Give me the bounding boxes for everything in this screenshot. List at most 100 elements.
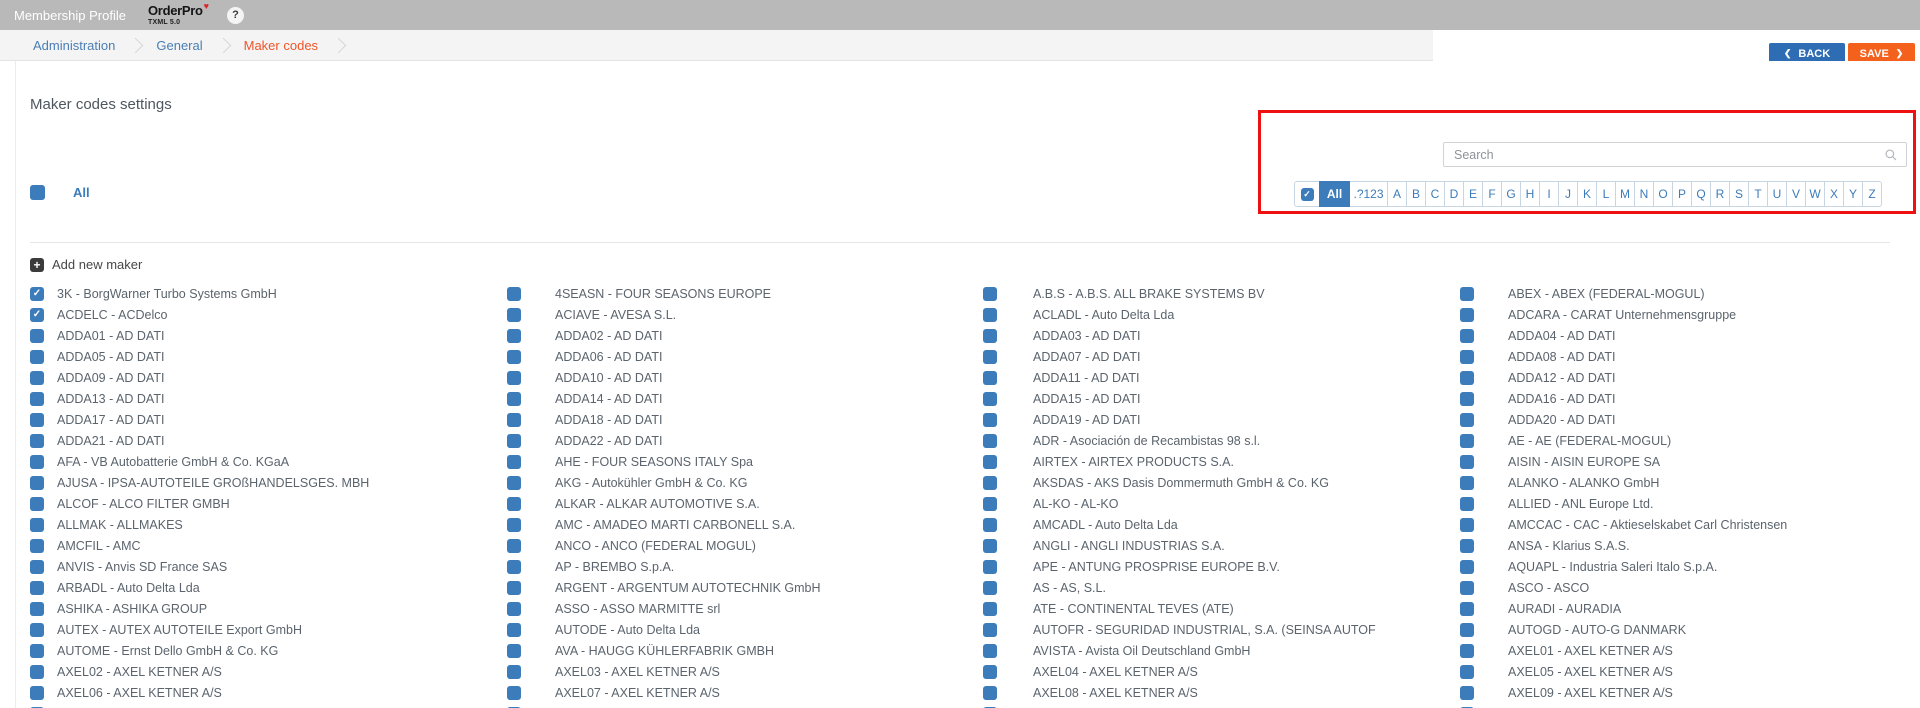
maker-label[interactable]: AXEL06 - AXEL KETNER A/S xyxy=(57,686,222,700)
maker-checkbox[interactable] xyxy=(507,287,521,301)
maker-label[interactable]: ALCOF - ALCO FILTER GMBH xyxy=(57,497,230,511)
maker-item[interactable]: A.B.S - A.B.S. ALL BRAKE SYSTEMS BV xyxy=(983,283,1265,304)
alphabet-filter-letter-i[interactable]: I xyxy=(1539,181,1559,207)
maker-label[interactable]: ADDA02 - AD DATI xyxy=(555,329,662,343)
maker-checkbox[interactable] xyxy=(1460,518,1474,532)
maker-label[interactable]: ADDA22 - AD DATI xyxy=(555,434,662,448)
maker-item[interactable]: ADDA02 - AD DATI xyxy=(507,325,662,346)
maker-label[interactable]: AKG - Autokühler GmbH & Co. KG xyxy=(555,476,747,490)
maker-checkbox[interactable] xyxy=(1460,665,1474,679)
maker-checkbox[interactable] xyxy=(983,371,997,385)
alphabet-filter-letter-b[interactable]: B xyxy=(1406,181,1426,207)
alphabet-filter-letter-c[interactable]: C xyxy=(1425,181,1445,207)
maker-checkbox-checked[interactable] xyxy=(30,287,44,301)
maker-checkbox[interactable] xyxy=(30,413,44,427)
maker-label[interactable]: ARGENT - ARGENTUM AUTOTECHNIK GmbH xyxy=(555,581,821,595)
maker-label[interactable]: ADDA20 - AD DATI xyxy=(1508,413,1615,427)
alphabet-filter-checkbox[interactable] xyxy=(1301,188,1314,201)
maker-checkbox[interactable] xyxy=(1460,539,1474,553)
maker-item[interactable]: ADDA18 - AD DATI xyxy=(507,409,662,430)
maker-item[interactable]: AURADI - AURADIA xyxy=(1460,598,1621,619)
maker-item[interactable]: AXEL11 - AXEL KETNER A/S xyxy=(507,703,719,708)
maker-checkbox[interactable] xyxy=(1460,623,1474,637)
maker-label[interactable]: ADDA14 - AD DATI xyxy=(555,392,662,406)
maker-label[interactable]: AXEL07 - AXEL KETNER A/S xyxy=(555,686,720,700)
alphabet-filter-letter-o[interactable]: O xyxy=(1653,181,1673,207)
alphabet-filter-letter-m[interactable]: M xyxy=(1615,181,1635,207)
maker-checkbox[interactable] xyxy=(30,665,44,679)
maker-item[interactable]: AUTODE - Auto Delta Lda xyxy=(507,619,700,640)
maker-checkbox[interactable] xyxy=(983,581,997,595)
maker-checkbox[interactable] xyxy=(1460,434,1474,448)
maker-item[interactable]: AXEL10 - AXEL KETNER A/S xyxy=(30,703,222,708)
maker-label[interactable]: ADDA06 - AD DATI xyxy=(555,350,662,364)
maker-item[interactable]: ADDA13 - AD DATI xyxy=(30,388,164,409)
maker-label[interactable]: ARBADL - Auto Delta Lda xyxy=(57,581,200,595)
maker-item[interactable]: AUTEX - AUTEX AUTOTEILE Export GmbH xyxy=(30,619,302,640)
maker-label[interactable]: AFA - VB Autobatterie GmbH & Co. KGaA xyxy=(57,455,289,469)
alphabet-filter-letter-a[interactable]: A xyxy=(1387,181,1407,207)
maker-checkbox[interactable] xyxy=(507,434,521,448)
maker-label[interactable]: ADDA13 - AD DATI xyxy=(57,392,164,406)
maker-label[interactable]: AUTOGD - AUTO-G DANMARK xyxy=(1508,623,1686,637)
maker-checkbox[interactable] xyxy=(507,413,521,427)
alphabet-filter-letter-u[interactable]: U xyxy=(1767,181,1787,207)
maker-item[interactable]: ALKAR - ALKAR AUTOMOTIVE S.A. xyxy=(507,493,760,514)
maker-label[interactable]: ANGLI - ANGLI INDUSTRIAS S.A. xyxy=(1033,539,1225,553)
maker-checkbox[interactable] xyxy=(507,560,521,574)
maker-checkbox[interactable] xyxy=(983,644,997,658)
maker-item[interactable]: AMCCAC - CAC - Aktieselskabet Carl Chris… xyxy=(1460,514,1787,535)
maker-label[interactable]: AP - BREMBO S.p.A. xyxy=(555,560,674,574)
maker-label[interactable]: ADDA04 - AD DATI xyxy=(1508,329,1615,343)
alphabet-filter-letter-r[interactable]: R xyxy=(1710,181,1730,207)
maker-label[interactable]: AISIN - AISIN EUROPE SA xyxy=(1508,455,1660,469)
maker-checkbox[interactable] xyxy=(1460,308,1474,322)
maker-label[interactable]: AXEL05 - AXEL KETNER A/S xyxy=(1508,665,1673,679)
alphabet-filter-letter-x[interactable]: X xyxy=(1824,181,1844,207)
maker-checkbox[interactable] xyxy=(983,497,997,511)
maker-item[interactable]: AJUSA - IPSA-AUTOTEILE GROßHANDELSGES. M… xyxy=(30,472,369,493)
maker-item[interactable]: AP - BREMBO S.p.A. xyxy=(507,556,674,577)
maker-checkbox[interactable] xyxy=(30,560,44,574)
maker-item[interactable]: ADDA12 - AD DATI xyxy=(1460,367,1615,388)
maker-item[interactable]: AUTOFR - SEGURIDAD INDUSTRIAL, S.A. (SEI… xyxy=(983,619,1376,640)
maker-item[interactable]: ANVIS - Anvis SD France SAS xyxy=(30,556,227,577)
maker-checkbox[interactable] xyxy=(507,602,521,616)
maker-label[interactable]: AMC - AMADEO MARTI CARBONELL S.A. xyxy=(555,518,795,532)
maker-checkbox[interactable] xyxy=(30,623,44,637)
maker-checkbox[interactable] xyxy=(1460,581,1474,595)
maker-label[interactable]: ADDA01 - AD DATI xyxy=(57,329,164,343)
alphabet-filter-letter-p[interactable]: P xyxy=(1672,181,1692,207)
maker-label[interactable]: AUTOFR - SEGURIDAD INDUSTRIAL, S.A. (SEI… xyxy=(1033,623,1376,637)
maker-checkbox[interactable] xyxy=(507,329,521,343)
alphabet-filter-letter-w[interactable]: W xyxy=(1805,181,1825,207)
maker-checkbox[interactable] xyxy=(1460,476,1474,490)
maker-checkbox[interactable] xyxy=(983,455,997,469)
breadcrumb-item-administration[interactable]: Administration xyxy=(33,38,115,53)
alphabet-filter-letter-v[interactable]: V xyxy=(1786,181,1806,207)
maker-label[interactable]: AUTEX - AUTEX AUTOTEILE Export GmbH xyxy=(57,623,302,637)
alphabet-filter-letter-f[interactable]: F xyxy=(1482,181,1502,207)
maker-checkbox[interactable] xyxy=(30,518,44,532)
maker-label[interactable]: ABEX - ABEX (FEDERAL-MOGUL) xyxy=(1508,287,1705,301)
maker-checkbox[interactable] xyxy=(30,497,44,511)
maker-item[interactable]: ALLMAK - ALLMAKES xyxy=(30,514,183,535)
maker-item[interactable]: ADR - Asociación de Recambistas 98 s.l. xyxy=(983,430,1260,451)
maker-label[interactable]: ADDA07 - AD DATI xyxy=(1033,350,1140,364)
maker-checkbox[interactable] xyxy=(507,476,521,490)
maker-item[interactable]: ACDELC - ACDelco xyxy=(30,304,167,325)
select-all-label[interactable]: All xyxy=(73,185,90,200)
maker-checkbox[interactable] xyxy=(30,602,44,616)
maker-item[interactable]: ASCO - ASCO xyxy=(1460,577,1589,598)
maker-label[interactable]: AVISTA - Avista Oil Deutschland GmbH xyxy=(1033,644,1250,658)
maker-label[interactable]: AQUAPL - Industria Saleri Italo S.p.A. xyxy=(1508,560,1717,574)
maker-checkbox[interactable] xyxy=(983,518,997,532)
maker-item[interactable]: AXEL02 - AXEL KETNER A/S xyxy=(30,661,222,682)
maker-checkbox[interactable] xyxy=(1460,287,1474,301)
maker-checkbox[interactable] xyxy=(1460,644,1474,658)
maker-checkbox[interactable] xyxy=(30,329,44,343)
maker-item[interactable]: ADDA03 - AD DATI xyxy=(983,325,1140,346)
maker-item[interactable]: ANCO - ANCO (FEDERAL MOGUL) xyxy=(507,535,756,556)
maker-item[interactable]: ADDA10 - AD DATI xyxy=(507,367,662,388)
maker-item[interactable]: ARBADL - Auto Delta Lda xyxy=(30,577,200,598)
